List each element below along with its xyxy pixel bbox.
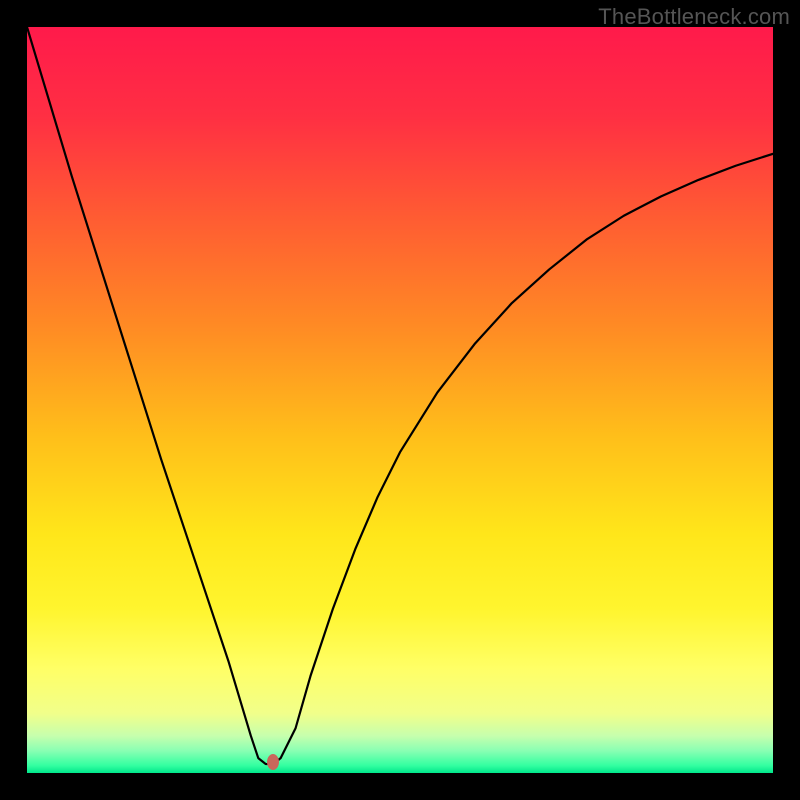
chart-frame xyxy=(27,27,773,773)
watermark-text: TheBottleneck.com xyxy=(598,4,790,30)
optimum-marker xyxy=(267,754,279,770)
plot-background xyxy=(27,27,773,773)
